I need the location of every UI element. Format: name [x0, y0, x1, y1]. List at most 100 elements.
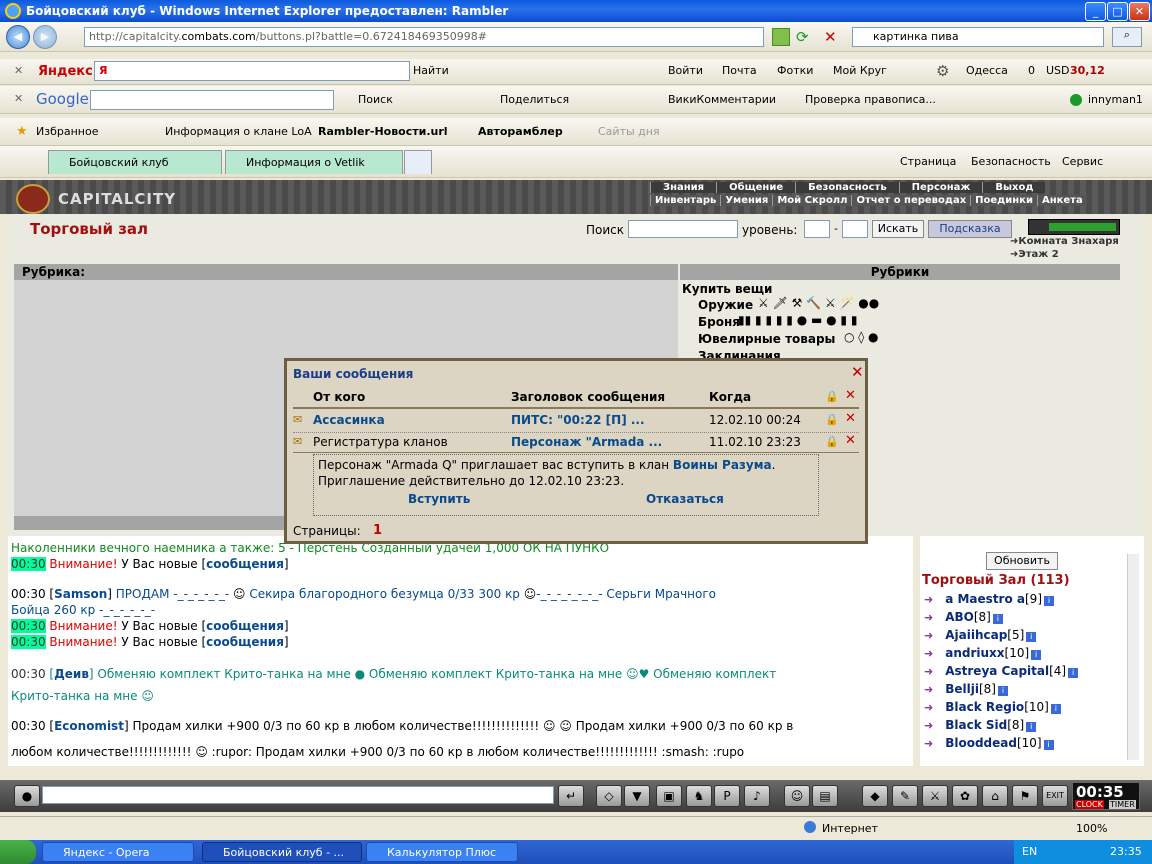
user-name[interactable]: Black Regio	[945, 700, 1024, 714]
url-field[interactable]: http://capitalcity.combats.com/buttons.p…	[84, 27, 764, 47]
search-field[interactable]: картинка пива	[852, 27, 1104, 47]
private-icon[interactable]: P	[714, 785, 740, 807]
user-row[interactable]: ➜ Black Sid[8] i	[924, 718, 1124, 736]
forward-icon[interactable]: ▶	[33, 25, 57, 49]
fav-item-auto[interactable]: Авторамблер	[478, 125, 563, 138]
info-icon[interactable]: i	[1031, 650, 1042, 660]
delete-icon[interactable]: ✕	[845, 411, 856, 426]
chat-input[interactable]	[42, 786, 554, 804]
timer-label[interactable]: TIMER	[1109, 800, 1136, 809]
info-icon[interactable]: i	[1026, 632, 1037, 642]
user-row[interactable]: ➜ Blooddead[10] i	[924, 736, 1124, 754]
user-row[interactable]: ➜ Bellji[8] i	[924, 682, 1124, 700]
menu-transfers[interactable]: Отчет о переводах	[851, 195, 971, 206]
info-icon[interactable]: i	[1026, 722, 1037, 732]
msg-subject[interactable]: ПИТС: "00:22 [П] ...	[511, 413, 645, 427]
cmd-service[interactable]: Сервис	[1062, 155, 1103, 168]
google-wiki[interactable]: ВикиКомментарии	[668, 93, 776, 106]
messages-link[interactable]: сообщения	[206, 619, 284, 633]
fav-item-sites[interactable]: Сайты дня	[598, 125, 660, 138]
cmd-page[interactable]: Страница	[900, 155, 956, 168]
maximize-button[interactable]: □	[1107, 2, 1128, 21]
user-name[interactable]: Bellji	[945, 682, 979, 696]
user-row[interactable]: ➜ Astreya Capital[4] i	[924, 664, 1124, 682]
send-icon[interactable]: ↵	[558, 785, 584, 807]
chat-nick[interactable]: Деив	[54, 667, 89, 681]
close-toolbar-icon[interactable]: ✕	[14, 64, 23, 77]
dialog-close-icon[interactable]: ✕	[851, 363, 864, 381]
clan-link[interactable]: Воины Разума	[673, 458, 772, 472]
user-name[interactable]: Black Sid	[945, 718, 1007, 732]
message-row[interactable]: ✉ Ассасинка ПИТС: "00:22 [П] ... 12.02.1…	[293, 411, 859, 431]
chat-mode-icon[interactable]: ●	[14, 785, 40, 807]
lock-icon[interactable]: 🔒	[825, 435, 839, 448]
message-row[interactable]: ✉ Регистратура кланов Персонаж "Armada .…	[293, 432, 859, 452]
favorites-button[interactable]: Избранное	[36, 125, 98, 138]
close-google-icon[interactable]: ✕	[14, 92, 23, 105]
level-min-input[interactable]	[804, 220, 830, 238]
menu-scroll[interactable]: Мой Скролл	[772, 195, 852, 206]
yandex-login[interactable]: Войти	[668, 64, 703, 77]
scroll-icon[interactable]: ✎	[892, 785, 918, 807]
map-icon[interactable]: ▤	[812, 785, 838, 807]
weapon-icons[interactable]: ⚔ 🗡 ⚒ 🔨 ⚔ 🪄 ●●	[758, 296, 879, 310]
smiley-icon[interactable]: ☺	[784, 785, 810, 807]
menu-skills[interactable]: Умения	[720, 195, 773, 206]
fav-item-news[interactable]: Rambler-Новости.url	[318, 125, 448, 138]
yandex-search-input[interactable]: Я	[94, 61, 410, 81]
yandex-mycircle[interactable]: Мой Круг	[833, 64, 887, 77]
info-icon[interactable]: i	[1044, 596, 1054, 606]
google-spell[interactable]: Проверка правописа...	[805, 93, 936, 106]
yandex-photos[interactable]: Фотки	[777, 64, 813, 77]
refresh-icon[interactable]: ⟳	[796, 28, 814, 46]
save-icon[interactable]: ▣	[656, 785, 682, 807]
user-name[interactable]: a Maestro a	[945, 592, 1025, 606]
cat-armor[interactable]: Броня	[698, 315, 740, 329]
usd-rate[interactable]: 30,12	[1070, 64, 1105, 77]
refresh-button[interactable]: Обновить	[986, 552, 1058, 570]
yandex-find-button[interactable]: Найти	[413, 64, 449, 77]
google-share[interactable]: Поделиться	[500, 93, 569, 106]
armor-icons[interactable]: ▮▮ ▮ ▮ ▮ ▮ ● ▬ ● ▮ ▮	[738, 313, 857, 327]
menu-exit[interactable]: Выход	[982, 182, 1046, 193]
yandex-mail[interactable]: Почта	[722, 64, 757, 77]
menu-security[interactable]: Безопасность	[795, 182, 899, 193]
search-icon[interactable]: ⌕	[1112, 27, 1142, 47]
msg-from[interactable]: Ассасинка	[313, 413, 385, 427]
menu-communication[interactable]: Общение	[716, 182, 796, 193]
walk-icon[interactable]: ♞	[686, 785, 712, 807]
exit-icon[interactable]: EXIT	[1042, 785, 1068, 807]
menu-inventory[interactable]: Инвентарь	[650, 195, 721, 206]
info-icon[interactable]: i	[992, 614, 1003, 624]
home-icon[interactable]: ⌂	[982, 785, 1008, 807]
paw-icon[interactable]: ✿	[952, 785, 978, 807]
cat-weapons[interactable]: Оружие	[698, 298, 753, 312]
start-button[interactable]	[0, 840, 36, 864]
new-tab-button[interactable]	[404, 150, 432, 174]
menu-knowledge[interactable]: Знания	[650, 182, 717, 193]
info-icon[interactable]: i	[997, 686, 1008, 696]
fight-icon[interactable]: ⚔	[922, 785, 948, 807]
link-herbalist[interactable]: ➜Комната Знахаря	[1010, 236, 1119, 247]
msg-from[interactable]: Регистратура кланов	[313, 435, 448, 449]
gear-icon[interactable]: ⚙	[936, 62, 949, 80]
filter-icon[interactable]: ▼	[624, 785, 650, 807]
task-ie[interactable]: Бойцовский клуб - ...	[202, 842, 362, 862]
cmd-security[interactable]: Безопасность	[971, 155, 1051, 168]
compat-icon[interactable]	[772, 28, 790, 46]
fav-item-clan[interactable]: Информация о клане LoA	[165, 125, 312, 138]
user-row[interactable]: ➜ andriuxx[10] i	[924, 646, 1124, 664]
info-icon[interactable]: i	[1068, 668, 1079, 678]
messages-link[interactable]: сообщения	[206, 635, 284, 649]
google-search-input[interactable]	[90, 90, 334, 110]
back-icon[interactable]: ◀	[6, 25, 30, 49]
delete-all-icon[interactable]: ✕	[845, 388, 856, 403]
info-icon[interactable]: i	[1043, 740, 1054, 750]
user-row[interactable]: ➜ Ajaiihcap[5] i	[924, 628, 1124, 646]
chat-nick[interactable]: Economist	[54, 719, 124, 733]
user-name[interactable]: andriuxx	[945, 646, 1004, 660]
weather-city[interactable]: Одесса	[966, 64, 1008, 77]
sound-icon[interactable]: ♪	[744, 785, 770, 807]
chat-nick[interactable]: Samson	[54, 587, 107, 601]
user-row[interactable]: ➜ Black Regio[10] i	[924, 700, 1124, 718]
